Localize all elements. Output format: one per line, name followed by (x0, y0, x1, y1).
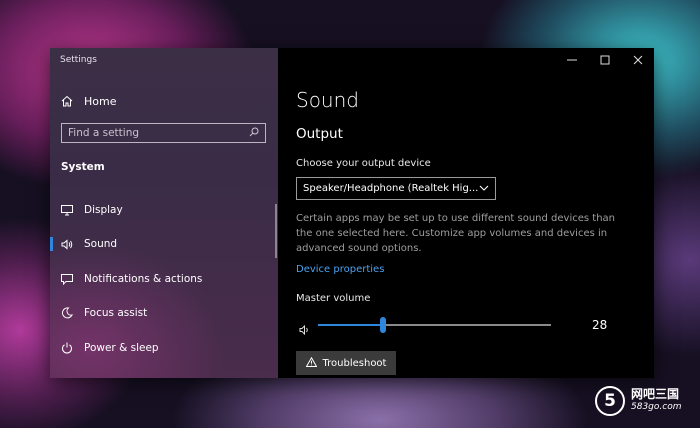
volume-slider-thumb[interactable] (380, 317, 386, 333)
master-volume-slider[interactable] (318, 317, 551, 333)
window-title: Settings (60, 55, 97, 65)
watermark-line2: 583go.com (631, 402, 682, 412)
sidebar-item-label: Notifications & actions (84, 273, 203, 285)
sidebar-item-focus-assist[interactable]: Focus assist (50, 302, 278, 324)
search-placeholder: Find a setting (68, 127, 140, 139)
output-heading: Output (296, 126, 343, 142)
sidebar-item-label: Display (84, 204, 123, 216)
troubleshoot-label: Troubleshoot (322, 357, 387, 369)
minimize-button[interactable] (555, 48, 588, 72)
close-icon (633, 55, 642, 65)
sidebar-item-display[interactable]: Display (50, 199, 278, 221)
sidebar-item-sound[interactable]: Sound (50, 233, 278, 255)
device-properties-link[interactable]: Device properties (296, 264, 384, 275)
watermark-logo: 5 网吧三国 583go.com (595, 386, 681, 416)
maximize-icon (600, 55, 609, 65)
volume-slider-fill (318, 324, 383, 326)
sidebar-item-notifications[interactable]: Notifications & actions (50, 268, 278, 290)
volume-value: 28 (592, 318, 608, 332)
sidebar-item-label: Power & sleep (84, 342, 159, 354)
troubleshoot-button[interactable]: Troubleshoot (296, 351, 396, 375)
watermark-line1: 网吧三国 (631, 387, 680, 401)
watermark-text: 网吧三国 583go.com (631, 388, 681, 414)
close-button[interactable] (621, 48, 654, 72)
warning-icon (305, 356, 317, 370)
home-label: Home (84, 94, 117, 108)
moon-icon (60, 307, 74, 319)
sidebar-item-home[interactable]: Home (60, 92, 270, 110)
master-volume-label: Master volume (296, 293, 371, 304)
maximize-button[interactable] (588, 48, 621, 72)
home-icon (60, 95, 74, 107)
volume-icon[interactable] (299, 320, 310, 339)
output-device-label: Choose your output device (296, 158, 431, 169)
speaker-icon (60, 238, 74, 250)
settings-window: Settings Home Find a setting System Disp… (50, 48, 654, 378)
power-icon (60, 342, 74, 354)
output-description: Certain apps may be set up to use differ… (296, 213, 616, 254)
content-pane: Sound Output Choose your output device S… (278, 48, 654, 378)
chevron-down-icon (479, 183, 489, 194)
sidebar-item-label: Focus assist (84, 307, 148, 319)
output-device-dropdown[interactable]: Speaker/Headphone (Realtek Hig... (296, 177, 496, 200)
watermark-badge: 5 (595, 386, 625, 416)
section-title: System (61, 161, 105, 173)
message-icon (60, 273, 74, 285)
window-controls (555, 48, 654, 72)
page-title: Sound (296, 88, 359, 112)
monitor-icon (60, 204, 74, 216)
sidebar-scrollbar[interactable] (275, 204, 277, 258)
sidebar-item-power-sleep[interactable]: Power & sleep (50, 337, 278, 359)
sidebar-item-label: Sound (84, 238, 118, 250)
minimize-icon (566, 59, 577, 61)
search-icon (249, 127, 259, 140)
output-device-value: Speaker/Headphone (Realtek Hig... (303, 183, 479, 194)
search-input[interactable]: Find a setting (61, 123, 266, 143)
sidebar: Settings Home Find a setting System Disp… (50, 48, 278, 378)
